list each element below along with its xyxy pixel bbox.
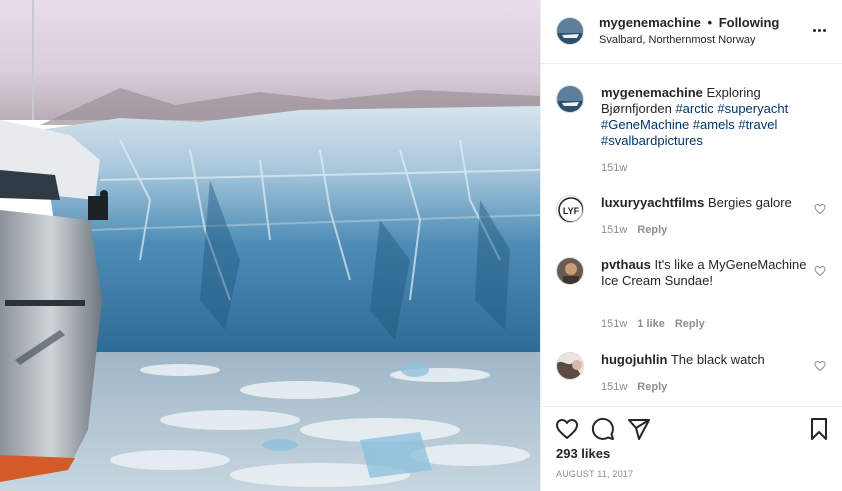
reply-button[interactable]: Reply	[637, 381, 667, 393]
avatar-image	[557, 18, 583, 44]
comment-age[interactable]: 151w	[601, 381, 627, 393]
comment-text: luxuryyachtfilms Bergies galore	[601, 195, 811, 211]
hashtag[interactable]: #GeneMachine	[601, 117, 689, 132]
caption-avatar[interactable]	[556, 85, 584, 113]
comment-username[interactable]: pvthaus	[601, 257, 651, 272]
hashtag[interactable]: #amels	[693, 117, 735, 132]
reply-button[interactable]: Reply	[637, 224, 667, 236]
hashtag[interactable]: #superyacht	[717, 101, 788, 116]
comments-list[interactable]: mygenemachine Exploring Bjørnfjorden #ar…	[541, 64, 842, 406]
svg-text:LYF: LYF	[563, 206, 580, 216]
header-username[interactable]: mygenemachine	[599, 15, 701, 30]
avatar-image	[557, 258, 583, 284]
reply-button[interactable]: Reply	[675, 318, 705, 330]
comment-age[interactable]: 151w	[601, 224, 627, 236]
commenter-avatar[interactable]: LYF	[556, 195, 584, 223]
comment-icon[interactable]	[591, 417, 615, 441]
post-actions: 293 likes AUGUST 11, 2017	[541, 406, 842, 491]
avatar-image: LYF	[557, 196, 583, 222]
commenter-avatar[interactable]	[556, 257, 584, 285]
comment-text: hugojuhlin The black watch	[601, 352, 811, 368]
comment-likes-count[interactable]: 1 like	[637, 318, 665, 330]
caption-username[interactable]: mygenemachine	[601, 85, 703, 100]
bookmark-icon[interactable]	[807, 417, 831, 441]
avatar-image	[557, 86, 583, 112]
comment-body: The black watch	[670, 352, 765, 367]
more-options-icon[interactable]	[813, 26, 827, 36]
comment-body: Bergies galore	[707, 195, 792, 210]
comment-meta: 151w 1 like Reply	[601, 318, 705, 330]
post-side-panel: mygenemachine • Following Svalbard, Nort…	[540, 0, 842, 491]
comment-username[interactable]: hugojuhlin	[601, 352, 667, 367]
commenter-avatar[interactable]	[556, 352, 584, 380]
caption-age[interactable]: 151w	[601, 162, 627, 174]
comment-like-heart-icon[interactable]	[814, 203, 826, 215]
header-username-line: mygenemachine • Following	[599, 15, 779, 30]
comment-username[interactable]: luxuryyachtfilms	[601, 195, 704, 210]
caption-meta: 151w	[601, 162, 627, 174]
caption-text: mygenemachine Exploring Bjørnfjorden #ar…	[601, 85, 811, 149]
hashtag[interactable]: #travel	[738, 117, 777, 132]
post-header: mygenemachine • Following Svalbard, Nort…	[541, 0, 842, 64]
share-icon[interactable]	[627, 417, 651, 441]
comment-meta: 151w Reply	[601, 224, 667, 236]
comment-like-heart-icon[interactable]	[814, 265, 826, 277]
author-avatar[interactable]	[556, 17, 584, 45]
comment-text: pvthaus It's like a MyGeneMachine Ice Cr…	[601, 257, 811, 289]
post-dialog: mygenemachine • Following Svalbard, Nort…	[0, 0, 842, 491]
following-button[interactable]: Following	[719, 15, 780, 30]
hashtag[interactable]: #arctic	[675, 101, 713, 116]
hashtag[interactable]: #svalbardpictures	[601, 133, 703, 148]
likes-count[interactable]: 293 likes	[556, 446, 610, 461]
glacier-photo	[0, 0, 540, 491]
post-image[interactable]	[0, 0, 540, 491]
post-date[interactable]: AUGUST 11, 2017	[556, 469, 633, 479]
heart-icon[interactable]	[555, 417, 579, 441]
comment-age[interactable]: 151w	[601, 318, 627, 330]
avatar-image	[557, 353, 583, 379]
comment-meta: 151w Reply	[601, 381, 667, 393]
post-location[interactable]: Svalbard, Northernmost Norway	[599, 34, 756, 46]
header-separator: •	[707, 15, 713, 30]
comment-like-heart-icon[interactable]	[814, 360, 826, 372]
